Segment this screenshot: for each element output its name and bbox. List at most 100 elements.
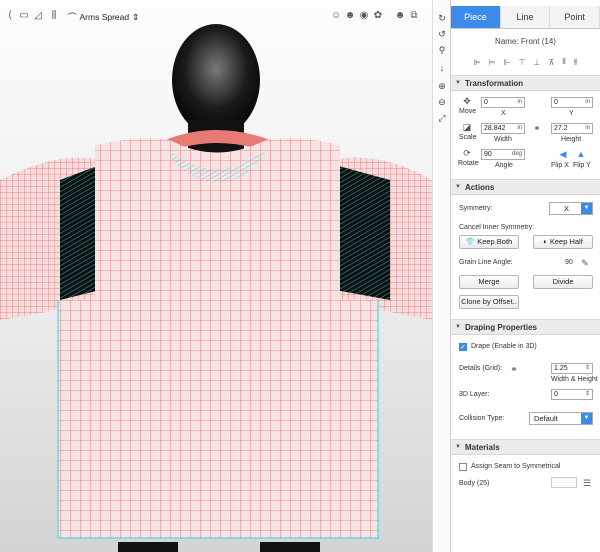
- align-top-icon[interactable]: ⊤: [519, 58, 526, 67]
- angle-label: Angle: [495, 162, 513, 169]
- pose-label: Arms Spread: [79, 12, 130, 22]
- 3d-layer-input[interactable]: 0 ⇕: [551, 389, 593, 400]
- flip-y-icon[interactable]: ▲: [575, 148, 587, 160]
- tab-piece[interactable]: Piece: [451, 6, 501, 28]
- scale-icon: ◪: [462, 122, 472, 132]
- merge-button[interactable]: Merge: [459, 275, 519, 289]
- viewport-side-tools: ↻ ↺ ⚲ ↓ ⊕ ⊖ ⤢: [432, 0, 450, 552]
- shirt-icon: 👕: [465, 237, 478, 246]
- move-icon: ✥: [463, 96, 471, 106]
- rotate-label: Rotate: [458, 160, 479, 167]
- collision-type-label: Collision Type:: [459, 415, 505, 422]
- symmetry-label: Symmetry:: [459, 205, 493, 212]
- section-title: Actions: [464, 182, 495, 192]
- pin-tool-icon[interactable]: ⚲: [436, 44, 448, 56]
- assign-seam-label: Assign Seam to Symmetrical: [471, 463, 561, 470]
- transformation-section: ✥ Move 0 in X 0 in Y ◪ Scale 28.842 in Widt…: [451, 91, 600, 179]
- move-down-icon[interactable]: ↓: [436, 62, 448, 74]
- chevron-down-icon: ▼: [581, 413, 592, 424]
- zoom-out-icon[interactable]: ⊖: [436, 96, 448, 108]
- y-input[interactable]: 0 in: [551, 97, 593, 108]
- ruler-icon[interactable]: ▭: [18, 10, 30, 22]
- drape-label: Drape (Enable in 3D): [471, 343, 537, 350]
- material-swatch[interactable]: [551, 477, 577, 488]
- tab-line[interactable]: Line: [500, 6, 551, 28]
- clone-by-offset-button[interactable]: Clone by Offset..: [459, 295, 519, 309]
- caret-down-icon: ▼: [455, 444, 461, 450]
- display-icon[interactable]: ◉: [358, 10, 370, 22]
- material-list-icon[interactable]: ☰: [581, 477, 593, 489]
- pose-icon: ⌒: [68, 12, 77, 22]
- assign-seam-checkbox[interactable]: [459, 463, 467, 471]
- caret-down-icon: ▼: [455, 80, 461, 86]
- rotate-left-icon[interactable]: ↺: [436, 28, 448, 40]
- scale-label: Scale: [459, 134, 477, 141]
- link-icon[interactable]: ⚭: [531, 122, 543, 134]
- height-label: Height: [561, 136, 582, 143]
- body-label: Body (25): [459, 480, 490, 487]
- flip-x-icon[interactable]: ◀: [557, 148, 569, 160]
- x-input[interactable]: 0 in: [481, 97, 525, 108]
- symmetry-select[interactable]: X ▼: [549, 202, 593, 215]
- window-icon[interactable]: ⧉: [408, 10, 420, 22]
- properties-panel: Piece Line Point Name: Front (14) ⊫ ⊨ ⊩ …: [450, 0, 600, 552]
- move-label: Move: [459, 108, 477, 115]
- angle-input[interactable]: 90 deg: [481, 149, 525, 160]
- align-middle-icon[interactable]: ⊥: [533, 58, 540, 67]
- align-bottom-icon[interactable]: ⊼: [548, 58, 554, 67]
- cancel-symmetry-label: Cancel Inner Symmetry:: [459, 224, 535, 231]
- chevron-down-icon: ▼: [581, 203, 592, 214]
- y-label: Y: [569, 110, 574, 117]
- rotate-right-icon[interactable]: ↻: [436, 12, 448, 24]
- align-center-icon[interactable]: ⊨: [489, 58, 496, 67]
- divide-button[interactable]: Divide: [533, 275, 593, 289]
- zoom-in-icon[interactable]: ⊕: [436, 80, 448, 92]
- height-input[interactable]: 27.2 in: [551, 123, 593, 134]
- avatar-icon[interactable]: ☻: [344, 10, 356, 22]
- texture-icon[interactable]: ✿: [372, 10, 384, 22]
- pan-icon[interactable]: ⟨: [4, 10, 16, 22]
- keep-half-button[interactable]: ◐ Keep Half: [533, 235, 593, 249]
- alignment-toolbar: ⊫ ⊨ ⊩ ⊤ ⊥ ⊼ ⫴ ⫵: [451, 53, 600, 71]
- 3d-viewport[interactable]: ⟨ ▭ ◿ ⫼ ⌒ Arms Spread ⇕ ☺ ☻ ◉ ✿ ☻ ⧉: [0, 0, 432, 552]
- angle-icon[interactable]: ◿: [32, 10, 44, 22]
- details-sublabel: Width & Height: [551, 376, 598, 383]
- drape-checkbox[interactable]: ✓: [459, 343, 467, 351]
- link-icon[interactable]: ⚭: [508, 363, 520, 375]
- details-input[interactable]: 1.25 ⇕: [551, 363, 593, 374]
- half-shirt-icon: ◐: [543, 237, 550, 246]
- rotate-icon: ⟳: [463, 148, 471, 158]
- materials-section: Assign Seam to Symmetrical Body (25) ☰: [451, 455, 600, 515]
- align-right-icon[interactable]: ⊩: [504, 58, 511, 67]
- actions-section: Symmetry: X ▼ Cancel Inner Symmetry: 👕 K…: [451, 195, 600, 319]
- width-label: Width: [494, 136, 512, 143]
- flip-y-label[interactable]: Flip Y: [573, 162, 591, 169]
- pose-selector[interactable]: ⌒ Arms Spread ⇕: [68, 10, 139, 24]
- 3d-layer-label: 3D Layer:: [459, 391, 490, 398]
- flip-x-label[interactable]: Flip X: [551, 162, 569, 169]
- draping-header[interactable]: ▼ Draping Properties: [451, 319, 600, 335]
- keep-both-button[interactable]: 👕 Keep Both: [459, 235, 519, 249]
- caret-down-icon: ▼: [455, 324, 461, 330]
- materials-header[interactable]: ▼ Materials: [451, 439, 600, 455]
- grain-line-value: 90: [565, 259, 573, 266]
- garment-scene[interactable]: [0, 0, 432, 552]
- pencil-icon[interactable]: ✎: [579, 257, 591, 269]
- collision-type-select[interactable]: Default ▼: [529, 412, 593, 425]
- pin-icon[interactable]: ⫼: [48, 10, 60, 22]
- avatar-settings-icon[interactable]: ☻: [394, 10, 406, 22]
- tab-point[interactable]: Point: [550, 6, 600, 28]
- view-3d-icon[interactable]: ☺: [330, 10, 342, 22]
- piece-name: Name: Front (14): [495, 37, 556, 46]
- distribute-h-icon[interactable]: ⫴: [562, 57, 565, 67]
- transformation-header[interactable]: ▼ Transformation: [451, 75, 600, 91]
- panel-tabs: Piece Line Point: [451, 6, 600, 29]
- grain-line-label: Grain Line Angle:: [459, 259, 513, 266]
- actions-header[interactable]: ▼ Actions: [451, 179, 600, 195]
- section-title: Transformation: [464, 78, 524, 88]
- align-left-icon[interactable]: ⊫: [474, 58, 481, 67]
- section-title: Draping Properties: [464, 322, 537, 332]
- distribute-v-icon[interactable]: ⫵: [574, 57, 578, 67]
- fit-view-icon[interactable]: ⤢: [436, 112, 448, 124]
- width-input[interactable]: 28.842 in: [481, 123, 525, 134]
